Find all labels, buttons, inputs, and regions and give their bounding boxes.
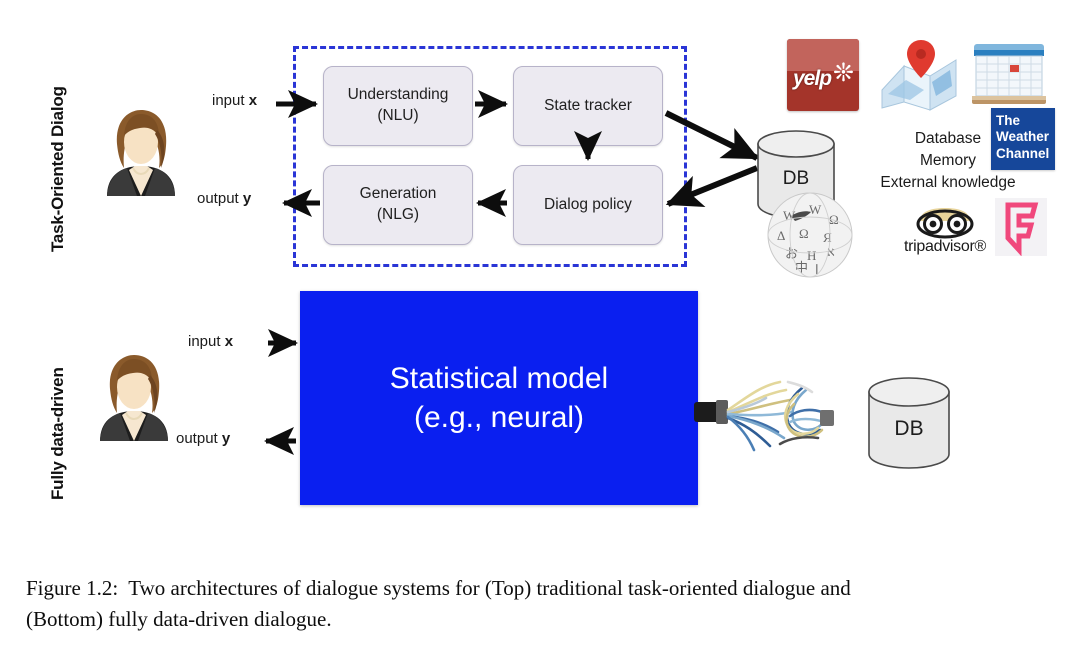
google-maps-logo[interactable] — [880, 38, 962, 112]
pipeline-box-dialog-policy-label: Dialog policy — [544, 195, 632, 213]
yelp-logo[interactable]: yelp ❊ — [787, 39, 859, 111]
input-label-top-text: input — [212, 92, 249, 109]
yelp-logo-wordmark: yelp — [793, 67, 832, 90]
input-label-top: input x — [212, 92, 257, 109]
statistical-model-line2: (e.g., neural) — [413, 401, 585, 434]
svg-text:お: お — [785, 246, 798, 261]
weather-channel-line2: Weather — [996, 129, 1050, 145]
input-label-bottom: input x — [188, 333, 233, 350]
weather-channel-line3: Channel — [996, 145, 1050, 161]
statistical-model-box[interactable]: Statistical model (e.g., neural) — [300, 291, 698, 505]
input-label-bottom-text: input — [188, 333, 225, 350]
tripadvisor-logo[interactable]: tripadvisor® — [890, 205, 1000, 263]
wikipedia-logo[interactable]: WWΩ ΔΩЯ おHא 中ا — [765, 190, 855, 280]
section-label-fully-data-driven: Fully data-driven — [48, 367, 67, 500]
user-avatar-top — [93, 100, 189, 196]
figure-caption: Figure 1.2: Two architectures of dialogu… — [26, 573, 1058, 635]
weather-channel-line1: The — [996, 113, 1021, 128]
calendar-logo[interactable] — [970, 42, 1048, 108]
output-label-top: output y — [197, 190, 251, 207]
svg-text:Ω: Ω — [799, 226, 809, 241]
tripadvisor-wordmark: tripadvisor® — [890, 238, 1000, 256]
database-cylinder-bottom-label: DB — [894, 417, 923, 440]
svg-text:H: H — [807, 248, 816, 263]
statistical-model-line1: Statistical model — [389, 362, 609, 395]
pipeline-box-nlg[interactable]: Generation (NLG) — [323, 165, 473, 245]
pipeline-box-nlu-line2: (NLU) — [377, 107, 419, 124]
output-label-bottom-var: y — [221, 430, 231, 447]
database-cylinder-top-label: DB — [783, 168, 809, 189]
input-label-bottom-var: x — [224, 333, 234, 350]
foursquare-logo[interactable] — [995, 198, 1047, 256]
yelp-burst-icon: ❊ — [833, 59, 854, 87]
figure-graphic: Task-Oriented Dialog Fully data-driven i… — [0, 0, 1080, 560]
knowledge-line-external: External knowledge — [880, 174, 1016, 191]
figure-caption-line2: (Bottom) fully data-driven dialogue. — [26, 607, 332, 632]
figure-caption-line1: Figure 1.2: Two architectures of dialogu… — [26, 576, 851, 600]
pipeline-box-nlg-line2: (NLG) — [376, 206, 420, 223]
tripadvisor-wordmark-text: tripadvisor — [903, 238, 975, 255]
svg-text:Я: Я — [823, 230, 832, 245]
weather-channel-logo[interactable]: The Weather Channel — [991, 108, 1055, 170]
pipeline-box-nlg-line1: Generation — [359, 185, 437, 203]
output-label-bottom-text: output — [176, 430, 222, 447]
tripadvisor-registered-mark: ® — [974, 238, 987, 255]
user-avatar-bottom — [86, 345, 182, 441]
input-label-top-var: x — [248, 92, 258, 109]
pipeline-box-nlu[interactable]: Understanding (NLU) — [323, 66, 473, 146]
database-cylinder-bottom: DB — [866, 375, 952, 471]
pipeline-box-state-tracker[interactable]: State tracker — [513, 66, 663, 146]
pipeline-box-state-tracker-label: State tracker — [544, 96, 632, 114]
output-label-top-var: y — [242, 190, 252, 207]
pipeline-box-nlu-line1: Understanding — [347, 86, 449, 104]
svg-text:W: W — [809, 202, 822, 217]
output-label-bottom: output y — [176, 430, 230, 447]
section-label-task-oriented: Task-Oriented Dialog — [48, 86, 67, 252]
pipeline-box-dialog-policy[interactable]: Dialog policy — [513, 165, 663, 245]
network-cable-graphic — [694, 360, 854, 470]
svg-text:Δ: Δ — [777, 228, 785, 243]
output-label-top-text: output — [197, 190, 243, 207]
